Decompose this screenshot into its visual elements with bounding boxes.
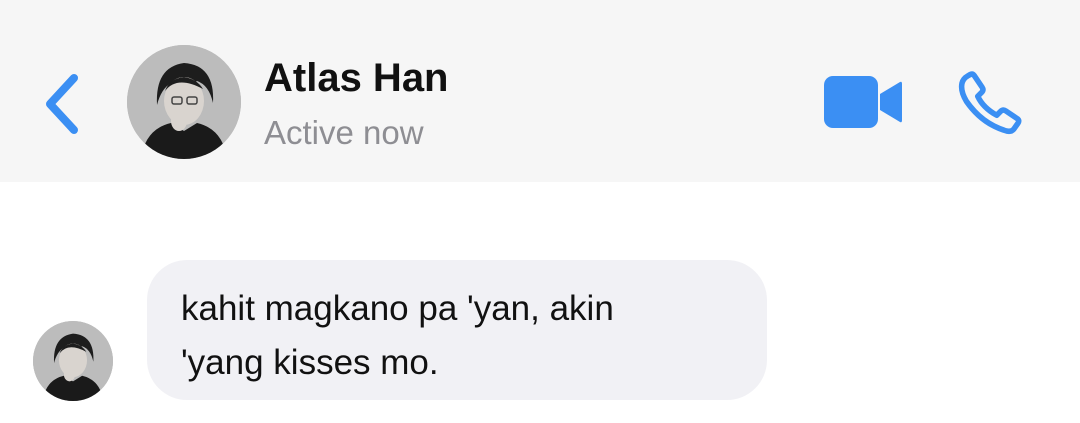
avatar-photo	[127, 45, 241, 159]
contact-name[interactable]: Atlas Han	[264, 56, 449, 101]
voice-call-button[interactable]	[955, 68, 1025, 138]
message-text-line-1: kahit magkano pa 'yan, akin	[181, 289, 614, 328]
sender-avatar[interactable]	[33, 321, 113, 401]
chevron-left-icon	[46, 74, 78, 134]
active-status: Active now	[264, 114, 424, 151]
conversation-header: Atlas Han Active now	[0, 0, 1080, 182]
contact-avatar[interactable]	[127, 45, 241, 159]
message-bubble[interactable]: kahit magkano pa 'yan, akin 'yang kisses…	[147, 260, 767, 400]
video-call-button[interactable]	[822, 74, 904, 132]
avatar-photo	[33, 321, 113, 401]
video-camera-icon	[824, 76, 902, 128]
back-button[interactable]	[38, 72, 86, 136]
message-text-line-2: 'yang kisses mo.	[181, 343, 439, 382]
phone-icon	[958, 71, 1022, 135]
